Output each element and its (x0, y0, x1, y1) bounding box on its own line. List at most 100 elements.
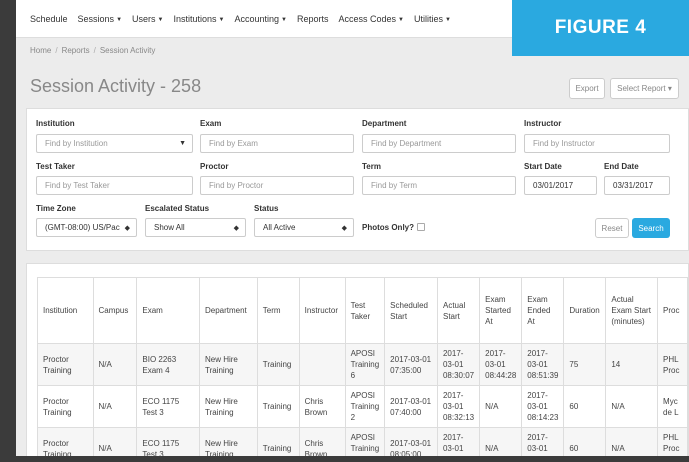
table-cell (298, 343, 346, 386)
table-cell: 75 (563, 343, 607, 386)
test-taker-input[interactable]: Find by Test Taker (36, 176, 193, 195)
table-row[interactable]: Proctor Training N/A ECO 1175 Test 3 New… (37, 385, 688, 428)
table-cell: 2017-03-01 08:44:28 (479, 343, 523, 386)
nav-schedule[interactable]: Schedule (30, 14, 68, 24)
nav-sessions[interactable]: Sessions ▼ (78, 14, 122, 24)
column-header[interactable]: Test Taker (344, 277, 386, 344)
status-label: Status (254, 204, 279, 213)
column-header[interactable]: Duration (563, 277, 607, 344)
table-cell: N/A (92, 427, 138, 456)
table-cell: 60 (563, 427, 607, 456)
column-header[interactable]: Exam Started At (479, 277, 523, 344)
term-label: Term (362, 162, 381, 171)
export-button[interactable]: Export (569, 78, 605, 99)
column-header[interactable]: Actual Exam Start (minutes) (605, 277, 659, 344)
breadcrumb-home[interactable]: Home (30, 46, 51, 55)
table-cell: New Hire Training (198, 385, 258, 428)
table-cell: Training (256, 385, 300, 428)
table-cell: Proctor Training (37, 427, 94, 456)
start-date-input[interactable]: 03/01/2017 (524, 176, 597, 195)
nav-utilities[interactable]: Utilities ▼ (414, 14, 451, 24)
chevron-down-icon: ▼ (157, 16, 164, 23)
table-cell: 14 (605, 343, 659, 386)
time-zone-label: Time Zone (36, 204, 76, 213)
table-cell: 2017-03-01 07:35:00 (384, 343, 438, 386)
time-zone-select[interactable]: (GMT-08:00) US/Pac ◆ (36, 218, 137, 237)
department-input[interactable]: Find by Department (362, 134, 516, 153)
photos-only-checkbox[interactable] (417, 223, 425, 231)
select-report-dropdown[interactable]: Select Report ▾ (610, 78, 679, 99)
updown-icon: ◆ (233, 224, 239, 232)
table-cell: PHL Proc 3 (657, 427, 688, 456)
chevron-down-icon: ▼ (398, 16, 404, 23)
table-cell: 2017-03-01 08:32:13 (436, 385, 481, 428)
table-cell: 2017-03-01 08:14:23 (521, 385, 565, 428)
table-cell: N/A (605, 427, 659, 456)
column-header[interactable]: Instructor (298, 277, 346, 344)
column-header[interactable]: Exam Ended At (521, 277, 565, 344)
chevron-down-icon: ▼ (218, 16, 225, 23)
column-header[interactable]: Department (198, 277, 258, 344)
escalated-status-label: Escalated Status (145, 204, 210, 213)
page-title: Session Activity - 258 (30, 76, 202, 96)
exam-label: Exam (200, 119, 222, 128)
chevron-down-icon: ▼ (444, 16, 451, 23)
reset-button[interactable]: Reset (595, 218, 629, 238)
updown-icon: ◆ (341, 224, 347, 232)
photos-only-label: Photos Only? (362, 223, 414, 232)
column-header[interactable]: Campus (92, 277, 138, 344)
table-cell: 2017-03-01 08:51:39 (521, 343, 565, 386)
figure-label: FIGURE 4 (512, 0, 689, 56)
search-button[interactable]: Search (632, 218, 670, 238)
column-header[interactable]: Institution (37, 277, 94, 344)
department-label: Department (362, 119, 407, 128)
column-header[interactable]: Actual Start (436, 277, 481, 344)
table-cell: 60 (563, 385, 607, 428)
updown-icon: ◆ (124, 224, 130, 232)
table-cell: 2017-03-01 08:38:53 (436, 427, 481, 456)
chevron-down-icon: ▼ (116, 16, 123, 23)
instructor-label: Instructor (524, 119, 562, 128)
table-cell: New Hire Training (198, 343, 258, 386)
nav-accounting[interactable]: Accounting ▼ (234, 14, 286, 24)
exam-input[interactable]: Find by Exam (200, 134, 354, 153)
escalated-status-select[interactable]: Show All ◆ (145, 218, 246, 237)
table-cell: APOSI Training 6 (344, 343, 386, 386)
column-header[interactable]: Exam (136, 277, 200, 344)
start-date-label: Start Date (524, 162, 562, 171)
table-cell: ECO 1175 Test 3 (136, 385, 200, 428)
table-cell: N/A (479, 427, 523, 456)
end-date-label: End Date (604, 162, 639, 171)
table-cell: 2017-03-01 08:05:00 (384, 427, 438, 456)
end-date-input[interactable]: 03/31/2017 (604, 176, 670, 195)
nav-users[interactable]: Users ▼ (132, 14, 163, 24)
proctor-input[interactable]: Find by Proctor (200, 176, 354, 195)
breadcrumb-separator: / (55, 46, 58, 55)
column-header[interactable]: Scheduled Start (384, 277, 438, 344)
results-table: Institution Campus Exam Department Term … (37, 277, 688, 456)
app-window: Schedule Sessions ▼ Users ▼ Institutions ▼ … (16, 0, 689, 456)
nav-reports[interactable]: Reports (297, 14, 329, 24)
table-cell: N/A (92, 385, 138, 428)
table-cell: 2017-03-01 07:40:00 (384, 385, 438, 428)
breadcrumb-reports[interactable]: Reports (62, 46, 90, 55)
table-row[interactable]: Proctor Training N/A BIO 2263 Exam 4 New… (37, 343, 688, 386)
filter-panel: Institution Find by Institution ▼ Exam Fi… (26, 108, 689, 251)
institution-select[interactable]: Find by Institution ▼ (36, 134, 193, 153)
proctor-label: Proctor (200, 162, 229, 171)
institution-label: Institution (36, 119, 75, 128)
column-header[interactable]: Proc (657, 277, 688, 344)
table-cell: 2017-03-01 08:30:07 (436, 343, 481, 386)
column-header[interactable]: Term (256, 277, 300, 344)
table-row[interactable]: Proctor Training N/A ECO 1175 Test 3 New… (37, 427, 688, 456)
instructor-input[interactable]: Find by Instructor (524, 134, 670, 153)
table-cell: Proctor Training (37, 343, 94, 386)
term-input[interactable]: Find by Term (362, 176, 516, 195)
status-select[interactable]: All Active ◆ (254, 218, 354, 237)
table-cell: ECO 1175 Test 3 (136, 427, 200, 456)
table-cell: Chris Brown (298, 385, 346, 428)
table-cell: Proctor Training (37, 385, 94, 428)
nav-access-codes[interactable]: Access Codes ▼ (338, 14, 403, 24)
nav-institutions[interactable]: Institutions ▼ (173, 14, 224, 24)
table-header-row: Institution Campus Exam Department Term … (37, 277, 688, 344)
